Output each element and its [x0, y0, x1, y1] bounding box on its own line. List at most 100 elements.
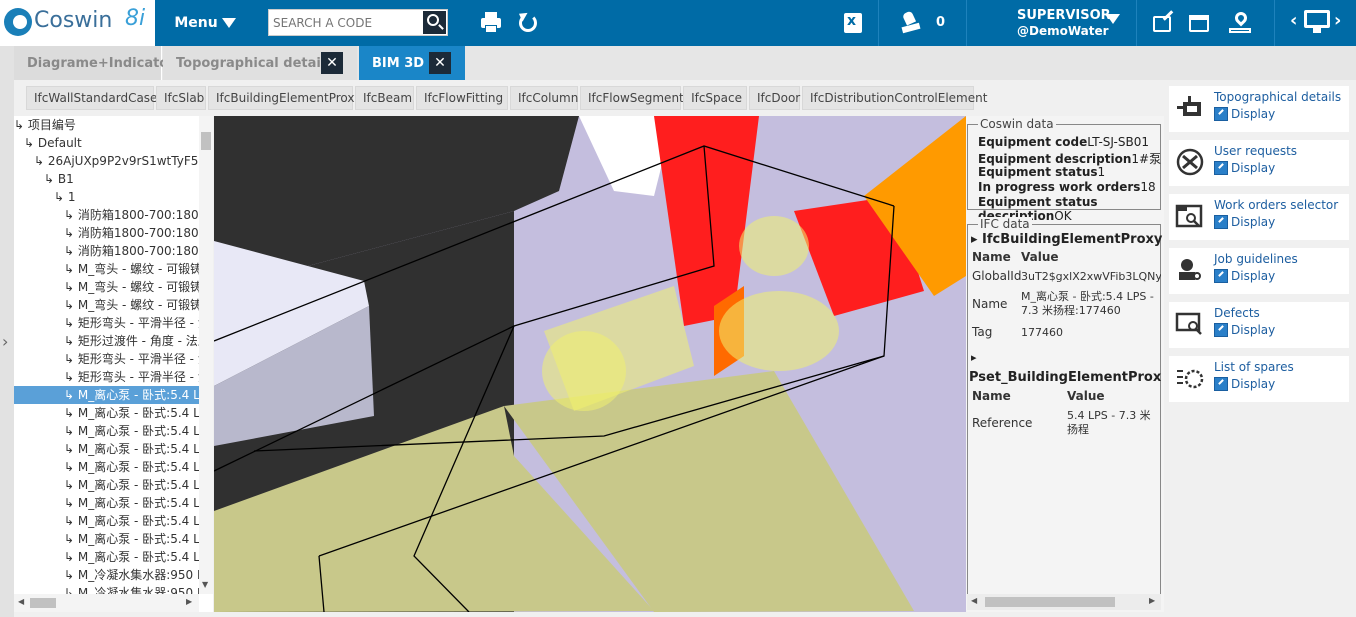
- tree-item[interactable]: ↳ 消防箱1800-700:1800 :: [14, 224, 199, 242]
- tree-item[interactable]: ↳ M_离心泵 - 卧式:5.4 LPS: [14, 476, 199, 494]
- filter-chip-ifcslab[interactable]: IfcSlab: [156, 86, 206, 110]
- close-icon[interactable]: ✕: [429, 52, 451, 74]
- scroll-thumb[interactable]: [30, 598, 56, 608]
- action-title[interactable]: User requests: [1214, 144, 1297, 158]
- tree-item[interactable]: ↳ 矩形弯头 - 平滑半径 - 法: [14, 314, 199, 332]
- close-icon[interactable]: ✕: [321, 52, 343, 74]
- tab-bim-3d[interactable]: BIM 3D ✕: [359, 46, 465, 80]
- filter-chip-ifcdistributioncontrolelement[interactable]: IfcDistributionControlElement: [802, 86, 987, 110]
- display-link[interactable]: Display: [1214, 377, 1275, 391]
- tab-topographical-details[interactable]: Topographical details ✕: [163, 46, 357, 80]
- info-horizontal-scrollbar[interactable]: ◀ ▶: [967, 594, 1161, 610]
- filter-label: IfcDistributionControlElement: [810, 91, 988, 105]
- edit-icon[interactable]: [1152, 10, 1174, 34]
- bim-3d-viewport[interactable]: [214, 116, 966, 612]
- tree-item[interactable]: ↳ M_离心泵 - 卧式:5.4 LPS: [14, 512, 199, 530]
- actions-panel: Topographical details Display User reque…: [1164, 80, 1356, 617]
- tree-item[interactable]: ↳ M_弯头 - 螺纹 - 可锻铸: [14, 260, 199, 278]
- header-divider: [1274, 0, 1275, 46]
- tree-item[interactable]: ↳ M_离心泵 - 卧式:5.4 LPS: [14, 386, 199, 404]
- filter-chip-ifcflowsegment[interactable]: IfcFlowSegment: [580, 86, 684, 110]
- filter-chip-ifccolumn[interactable]: IfcColumn: [510, 86, 578, 110]
- display-link[interactable]: Display: [1214, 215, 1275, 229]
- filter-label: IfcWallStandardCase: [34, 91, 158, 105]
- action-title[interactable]: Work orders selector: [1214, 198, 1338, 212]
- action-list-of-spares[interactable]: List of spares Display: [1169, 356, 1349, 402]
- action-topographical-details[interactable]: Topographical details Display: [1169, 86, 1349, 132]
- scroll-right-icon[interactable]: ▶: [1149, 596, 1155, 605]
- display-link[interactable]: Display: [1214, 323, 1275, 337]
- action-job-guidelines[interactable]: Job guidelines Display: [1169, 248, 1349, 294]
- tree-item[interactable]: ↳ M_弯头 - 螺纹 - 可锻铸: [14, 278, 199, 296]
- scroll-thumb[interactable]: [985, 597, 1115, 607]
- tree-item[interactable]: ↳ M_冷凝水集水器:950 L: [14, 566, 199, 584]
- tree-item[interactable]: ↳ M_离心泵 - 卧式:5.4 LPS: [14, 404, 199, 422]
- tree-item[interactable]: ↳ Default: [14, 134, 199, 152]
- tab-label: Diagrame+Indicator: [27, 55, 175, 71]
- tree-item[interactable]: ↳ M_离心泵 - 卧式:5.4 LPS: [14, 530, 199, 548]
- filter-chip-ifcdoor[interactable]: IfcDoor: [749, 86, 800, 110]
- action-title[interactable]: Defects: [1214, 306, 1260, 320]
- filter-chip-ifcspace[interactable]: IfcSpace: [683, 86, 747, 110]
- tab-diagrame-indicator[interactable]: Diagrame+Indicator: [14, 46, 175, 80]
- scroll-down-icon[interactable]: ▼: [202, 580, 208, 589]
- ifc-section-building-element-proxy[interactable]: ▸ IfcBuildingElementProxy: [971, 232, 1162, 247]
- nav-prev-button[interactable]: ‹: [1290, 10, 1297, 31]
- tree-item[interactable]: ↳ 26AjUXp9P2v9rS1wtTyF5M: [14, 152, 199, 170]
- action-title[interactable]: Topographical details: [1214, 90, 1341, 104]
- tree-item[interactable]: ↳ M_离心泵 - 卧式:5.4 LPS: [14, 458, 199, 476]
- tree-horizontal-scrollbar[interactable]: ◀ ▶: [14, 594, 199, 612]
- scroll-thumb[interactable]: [201, 132, 211, 150]
- tree-item[interactable]: ↳ B1: [14, 170, 199, 188]
- tree-item[interactable]: ↳ M_弯头 - 螺纹 - 可锻铸: [14, 296, 199, 314]
- stamp-icon[interactable]: [900, 10, 922, 34]
- display-label: Display: [1231, 161, 1276, 175]
- search-button[interactable]: [423, 11, 446, 34]
- tree-item[interactable]: ↳ M_离心泵 - 卧式:5.4 LPS: [14, 548, 199, 566]
- sidebar-toggle[interactable]: ›: [0, 46, 14, 617]
- ifc-section-pset[interactable]: Pset_BuildingElementProxyCommon: [969, 370, 1161, 385]
- print-icon[interactable]: [480, 12, 502, 34]
- action-title[interactable]: Job guidelines: [1214, 252, 1298, 266]
- nav-next-button[interactable]: ›: [1334, 10, 1341, 31]
- refresh-icon[interactable]: [516, 9, 539, 34]
- excel-export-icon[interactable]: x: [842, 12, 864, 34]
- tree-item[interactable]: ↳ 1: [14, 188, 199, 206]
- action-user-requests[interactable]: User requests Display: [1169, 140, 1349, 186]
- tree-item[interactable]: ↳ M_离心泵 - 卧式:5.4 LPS: [14, 494, 199, 512]
- display-link[interactable]: Display: [1214, 269, 1275, 283]
- tree-item[interactable]: ↳ M_离心泵 - 卧式:5.4 LPS: [14, 422, 199, 440]
- tree-item[interactable]: ↳ 矩形过渡件 - 角度 - 法兰: [14, 332, 199, 350]
- filter-chip-ifcflowfitting[interactable]: IfcFlowFitting: [416, 86, 508, 110]
- ifc-row-name: Tag: [972, 325, 993, 339]
- filter-chip-ifcbuildingelementproxy[interactable]: IfcBuildingElementProxy: [208, 86, 362, 110]
- screen-icon[interactable]: [1304, 10, 1330, 34]
- tree-item[interactable]: ↳ 消防箱1800-700:1800 :: [14, 242, 199, 260]
- scroll-left-icon[interactable]: ◀: [971, 596, 977, 605]
- action-defects[interactable]: Defects Display: [1169, 302, 1349, 348]
- display-link[interactable]: Display: [1214, 161, 1275, 175]
- map-pin-icon[interactable]: [1229, 9, 1251, 34]
- bim-3d-scene[interactable]: [214, 116, 966, 612]
- user-org[interactable]: @DemoWater: [1017, 24, 1109, 38]
- tree-item[interactable]: ↳ M_离心泵 - 卧式:5.4 LPS: [14, 440, 199, 458]
- search-input[interactable]: [273, 14, 421, 32]
- user-menu-caret-icon[interactable]: [1106, 14, 1120, 24]
- filter-chip-ifcbeam[interactable]: IfcBeam: [355, 86, 414, 110]
- user-role[interactable]: SUPERVISOR: [1017, 8, 1111, 23]
- tree-vertical-scrollbar[interactable]: ▼: [199, 116, 213, 594]
- tree-item[interactable]: ↳ 项目编号: [14, 116, 199, 134]
- filter-chip-ifcwallstandardcase[interactable]: IfcWallStandardCase: [26, 86, 158, 110]
- calendar-icon[interactable]: [1188, 12, 1210, 34]
- display-link[interactable]: Display: [1214, 107, 1275, 121]
- scroll-left-icon[interactable]: ◀: [18, 597, 24, 606]
- ifc-section-marker[interactable]: ▸: [971, 351, 977, 364]
- app-logo[interactable]: Coswin 8i: [0, 0, 155, 46]
- tree-item[interactable]: ↳ 消防箱1800-700:1800 :: [14, 206, 199, 224]
- action-title[interactable]: List of spares: [1214, 360, 1294, 374]
- tree-item[interactable]: ↳ 矩形弯头 - 平滑半径 - 法: [14, 368, 199, 386]
- tree-item[interactable]: ↳ 矩形弯头 - 平滑半径 - 法: [14, 350, 199, 368]
- main-menu-button[interactable]: Menu: [155, 0, 255, 46]
- action-work-orders-selector[interactable]: Work orders selector Display: [1169, 194, 1349, 240]
- scroll-right-icon[interactable]: ▶: [186, 597, 192, 606]
